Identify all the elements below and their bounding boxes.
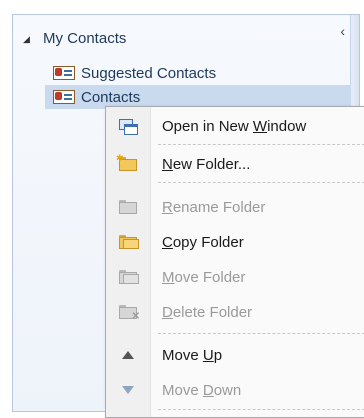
- menu-item-new-folder[interactable]: ✱ New Folder...: [106, 147, 364, 181]
- menu-item-label: Copy Folder: [162, 233, 244, 251]
- move-up-icon: [106, 338, 150, 372]
- contacts-folder-icon: [53, 90, 75, 104]
- tree-item-label: Suggested Contacts: [81, 64, 217, 82]
- move-down-icon: [106, 373, 150, 407]
- menu-separator: [158, 182, 364, 183]
- menu-item-label: New Folder...: [162, 155, 251, 173]
- menu-item-label: Open in New Window: [162, 117, 307, 135]
- minimize-pane-chevron-icon[interactable]: ‹: [340, 23, 345, 39]
- menu-separator: [158, 144, 364, 145]
- menu-item-move-up[interactable]: Move Up: [106, 338, 364, 372]
- my-contacts-header[interactable]: My Contacts: [43, 30, 126, 47]
- menu-item-move-folder[interactable]: Move Folder: [106, 260, 364, 294]
- menu-item-delete-folder[interactable]: ✕ Delete Folder: [106, 295, 364, 329]
- rename-folder-icon: [106, 190, 150, 224]
- menu-separator: [158, 409, 364, 410]
- context-menu: Open in New Window ✱ New Folder... Renam…: [105, 106, 364, 418]
- copy-folder-icon: [106, 225, 150, 259]
- menu-item-copy-folder[interactable]: Copy Folder: [106, 225, 364, 259]
- menu-item-label: Move Up: [162, 346, 223, 364]
- new-folder-icon: ✱: [106, 147, 150, 181]
- contacts-folder-icon: [53, 66, 75, 80]
- menu-item-move-down[interactable]: Move Down: [106, 373, 364, 407]
- move-folder-icon: [106, 260, 150, 294]
- collapse-triangle-icon[interactable]: ◢: [23, 34, 30, 45]
- menu-item-label: Delete Folder: [162, 303, 253, 321]
- tree-item-label: Contacts: [81, 88, 141, 106]
- menu-item-rename-folder[interactable]: Rename Folder: [106, 190, 364, 224]
- menu-separator: [158, 333, 364, 334]
- pane-header: ◢ My Contacts ‹: [13, 15, 359, 63]
- menu-item-open-in-new-window[interactable]: Open in New Window: [106, 109, 364, 143]
- open-window-icon: [106, 109, 150, 143]
- menu-item-label: Move Down: [162, 381, 242, 399]
- menu-item-label: Rename Folder: [162, 198, 266, 216]
- tree-item-suggested-contacts[interactable]: Suggested Contacts: [53, 61, 216, 85]
- menu-item-label: Move Folder: [162, 268, 246, 286]
- delete-folder-icon: ✕: [106, 295, 150, 329]
